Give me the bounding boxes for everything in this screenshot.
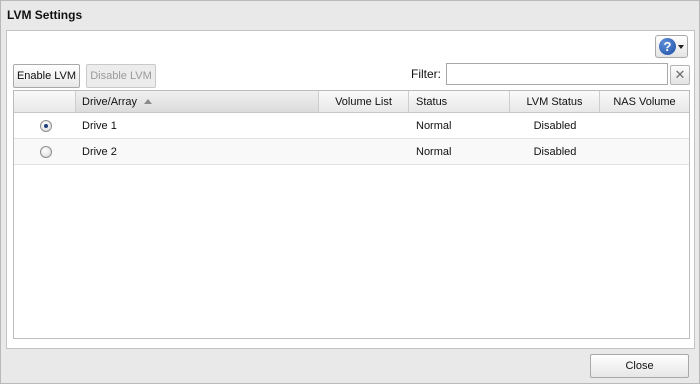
- sort-ascending-icon: [144, 99, 153, 104]
- content-panel: ? Enable LVM Disable LVM Filter: ✕ Drive…: [6, 30, 695, 349]
- row-select-radio[interactable]: [40, 120, 52, 132]
- help-icon: ?: [659, 38, 676, 55]
- volume-list-cell: [319, 139, 409, 164]
- chevron-down-icon: [678, 44, 684, 49]
- column-header-label: Drive/Array: [82, 95, 138, 108]
- column-header-lvm-status[interactable]: LVM Status: [510, 91, 600, 112]
- status-cell: Normal: [416, 119, 452, 132]
- disable-lvm-button[interactable]: Disable LVM: [86, 64, 156, 88]
- lvm-status-cell: Disabled: [533, 119, 577, 132]
- column-header-status[interactable]: Status: [409, 91, 510, 112]
- clear-filter-button[interactable]: ✕: [670, 65, 690, 85]
- filter-input[interactable]: [446, 63, 668, 85]
- volume-list-cell: [319, 113, 409, 138]
- enable-lvm-button[interactable]: Enable LVM: [13, 64, 80, 88]
- table-row[interactable]: Drive 1 Normal Disabled: [14, 113, 689, 139]
- lvm-settings-dialog: LVM Settings ? Enable LVM Disable LVM Fi…: [0, 0, 700, 384]
- drive-name-cell: Drive 1: [82, 119, 117, 132]
- row-select-radio[interactable]: [40, 146, 52, 158]
- column-header-nas-volume[interactable]: NAS Volume: [600, 91, 689, 112]
- lvm-status-cell: Disabled: [533, 145, 577, 158]
- close-icon: ✕: [674, 67, 686, 82]
- table-row[interactable]: Drive 2 Normal Disabled: [14, 139, 689, 165]
- nas-volume-cell: [600, 139, 689, 164]
- filter-label: Filter:: [411, 67, 441, 81]
- drive-name-cell: Drive 2: [82, 145, 117, 158]
- status-cell: Normal: [416, 145, 452, 158]
- table-header: Drive/Array Volume List Status LVM Statu…: [14, 91, 689, 113]
- column-header-drive-array[interactable]: Drive/Array: [76, 91, 319, 112]
- column-header-volume-list[interactable]: Volume List: [319, 91, 409, 112]
- drive-table: Drive/Array Volume List Status LVM Statu…: [13, 90, 690, 339]
- nas-volume-cell: [600, 113, 689, 138]
- column-header-select[interactable]: [14, 91, 76, 112]
- close-button[interactable]: Close: [590, 354, 689, 378]
- help-menu-button[interactable]: ?: [655, 35, 688, 58]
- dialog-title: LVM Settings: [7, 8, 83, 22]
